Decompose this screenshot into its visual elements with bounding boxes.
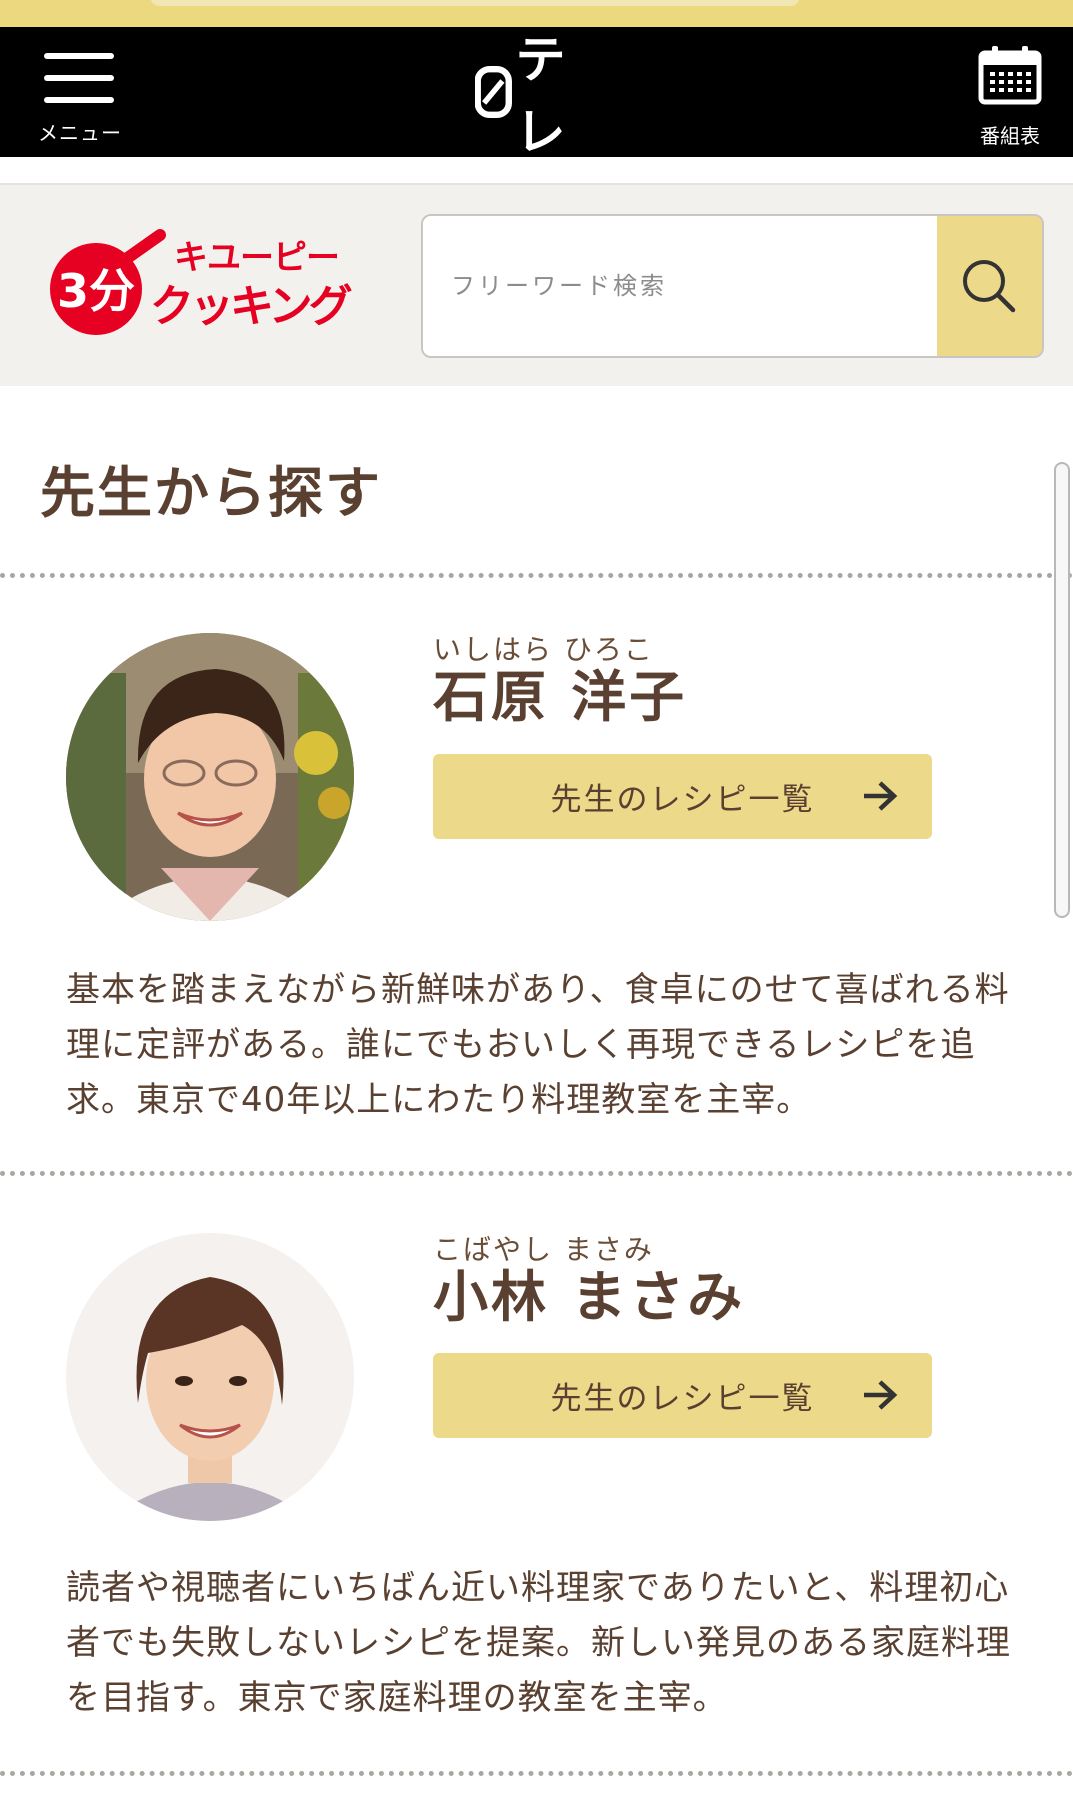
ntv-logo-text: テレ	[515, 31, 566, 161]
arrow-right-icon	[864, 781, 898, 811]
scrollbar[interactable]	[1054, 462, 1070, 918]
ntv-logo[interactable]: テレ	[475, 31, 605, 161]
logo-bottom-text: クッキング	[150, 281, 353, 332]
hamburger-icon	[44, 53, 114, 105]
search-input[interactable]	[423, 216, 938, 356]
teacher-photo	[66, 633, 354, 921]
logo-top-text: キユーピー	[174, 238, 339, 278]
ntv-zero-mark-icon	[475, 65, 512, 119]
teacher-description: 基本を踏まえながら新鮮味があり、食卓にのせて喜ばれる料理に定評がある。誰にでもお…	[66, 970, 1010, 1120]
teacher-description: 読者や視聴者にいちばん近い料理家でありたいと、料理初心者でも失敗しないレシピを提…	[66, 1568, 1011, 1718]
calendar-icon	[978, 46, 1042, 105]
teacher-recipes-button-label: 先生のレシピ一覧	[550, 782, 815, 818]
global-header: メニュー テレ 番組表	[0, 27, 1073, 161]
teacher-recipes-button[interactable]: 先生のレシピ一覧	[433, 754, 932, 839]
divider	[0, 573, 1073, 578]
site-header: 3分 キユーピー クッキング	[0, 183, 1073, 386]
teacher-photo	[66, 1233, 354, 1521]
schedule-label: 番組表	[980, 124, 1040, 148]
teacher-name: 小林 まさみ	[433, 1265, 746, 1329]
logo-mark-text: 3分	[57, 264, 135, 318]
teacher-name: 石原 洋子	[433, 665, 688, 729]
search-icon	[963, 260, 1016, 313]
section-title: 先生から探す	[40, 461, 383, 525]
menu-button[interactable]: メニュー	[30, 47, 130, 147]
search-button[interactable]	[937, 216, 1042, 356]
teacher-recipes-button[interactable]: 先生のレシピ一覧	[433, 1353, 932, 1438]
address-bar[interactable]	[150, 0, 800, 6]
divider	[0, 1771, 1073, 1776]
divider	[0, 1171, 1073, 1176]
kewpie-3min-cooking-logo[interactable]: 3分 キユーピー クッキング	[38, 227, 363, 337]
arrow-right-icon	[864, 1380, 898, 1410]
menu-label: メニュー	[38, 121, 122, 145]
schedule-button[interactable]: 番組表	[970, 45, 1050, 149]
search-box	[421, 214, 1044, 358]
teacher-recipes-button-label: 先生のレシピ一覧	[550, 1381, 815, 1417]
